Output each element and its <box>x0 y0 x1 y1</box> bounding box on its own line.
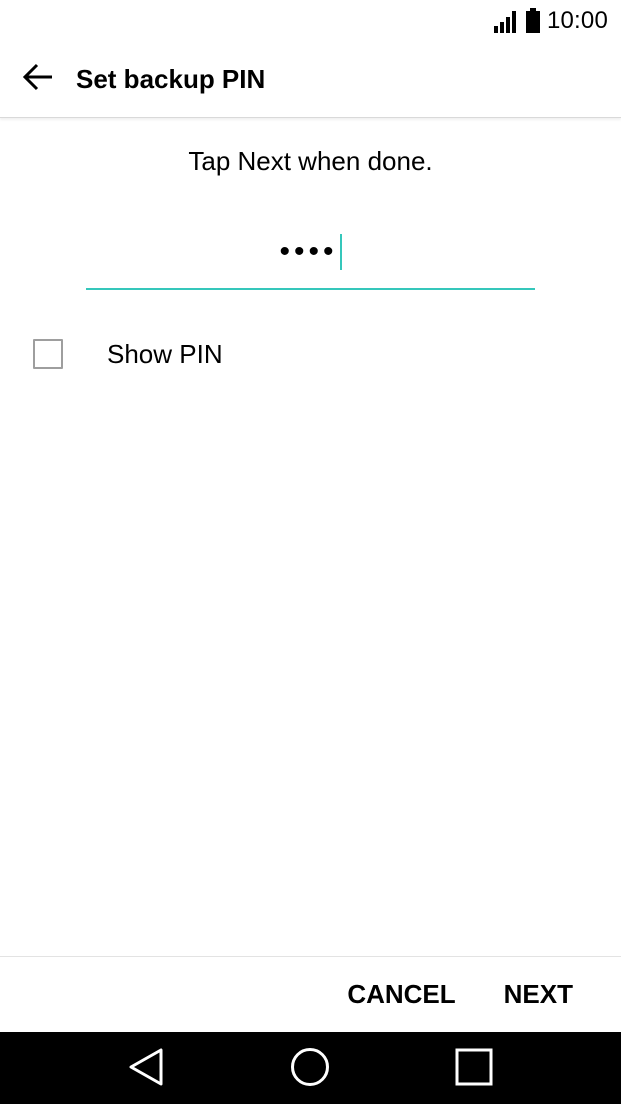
status-bar: 10:00 <box>0 0 621 42</box>
signal-icon <box>493 8 519 34</box>
screen: 10:00 Set backup PIN Tap Next when done.… <box>0 0 621 1104</box>
action-bar: CANCEL NEXT <box>0 956 621 1032</box>
text-cursor <box>339 234 342 270</box>
battery-icon <box>525 8 541 34</box>
pin-value: •••• <box>279 235 338 268</box>
navigation-bar <box>0 1032 621 1104</box>
nav-home-icon <box>289 1046 331 1093</box>
arrow-left-icon <box>22 63 54 96</box>
status-time: 10:00 <box>546 7 608 34</box>
page-title: Set backup PIN <box>76 64 266 94</box>
nav-back-icon <box>126 1047 166 1092</box>
nav-home-button[interactable] <box>289 1046 331 1093</box>
app-bar: Set backup PIN <box>0 42 621 118</box>
back-button[interactable] <box>8 50 68 110</box>
show-pin-label: Show PIN <box>107 338 223 369</box>
nav-recents-icon <box>454 1047 494 1092</box>
next-button[interactable]: NEXT <box>504 979 573 1010</box>
show-pin-option[interactable]: Show PIN <box>0 326 621 382</box>
nav-back-button[interactable] <box>125 1048 167 1090</box>
pin-input[interactable]: •••• <box>86 228 535 290</box>
show-pin-checkbox[interactable] <box>33 339 63 369</box>
cancel-button[interactable]: CANCEL <box>347 979 455 1010</box>
instruction-text: Tap Next when done. <box>188 146 433 176</box>
nav-recents-button[interactable] <box>453 1048 495 1090</box>
